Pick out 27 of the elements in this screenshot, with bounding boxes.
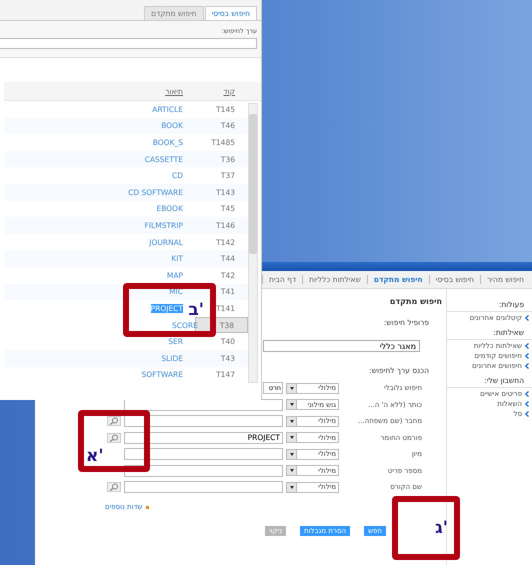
- input-field[interactable]: [124, 448, 283, 460]
- annotation-label: ב': [188, 300, 204, 320]
- search-button[interactable]: [107, 416, 121, 426]
- input-field[interactable]: [124, 481, 283, 494]
- caret-icon: [290, 436, 294, 440]
- search-button[interactable]: [107, 432, 121, 443]
- input-field[interactable]: [124, 415, 283, 428]
- caret-icon: [290, 469, 294, 472]
- search-icon: [109, 483, 119, 492]
- annotation-label: ג': [435, 518, 448, 538]
- caret-icon: [290, 420, 294, 423]
- profile-field[interactable]: מאגר כללי: [263, 340, 420, 352]
- scroll-thumb[interactable]: [249, 114, 257, 254]
- page-title: חיפוש מתקדם: [390, 297, 442, 307]
- input-field[interactable]: [124, 464, 283, 477]
- search-icon: [109, 434, 119, 442]
- search-button[interactable]: [107, 482, 121, 492]
- caret-icon: [290, 452, 294, 456]
- bullet-icon: [146, 506, 150, 508]
- search-icon: [109, 417, 119, 426]
- caret-icon: [290, 486, 294, 489]
- caret-icon: [290, 386, 294, 390]
- scrollbar[interactable]: [248, 103, 258, 384]
- annotation-label: א': [86, 446, 104, 466]
- chevron-icon: [525, 315, 529, 321]
- caret-icon: [290, 403, 294, 406]
- search-field[interactable]: [0, 38, 257, 49]
